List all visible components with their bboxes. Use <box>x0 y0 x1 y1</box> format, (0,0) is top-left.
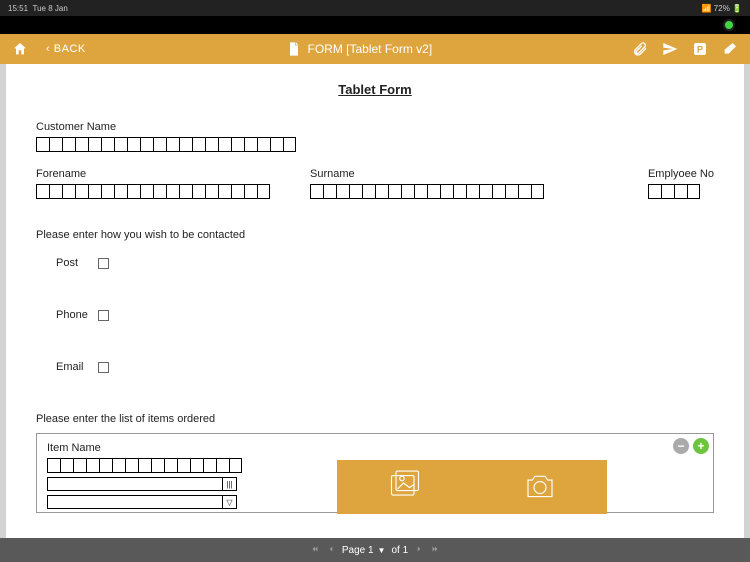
pager-bar: Page 1▼ of 1 <box>0 538 750 562</box>
device-status-bar: 15:51 Tue 8 Jan 📶 72% 🔋 <box>0 0 750 16</box>
toolbar-title: FORM [Tablet Form v2] <box>308 42 433 56</box>
pager-first-button[interactable] <box>310 544 320 557</box>
item-name-label: Item Name <box>47 442 703 454</box>
park-button[interactable]: P <box>692 41 708 57</box>
employee-no-input[interactable] <box>648 184 714 199</box>
email-label: Email <box>56 361 98 373</box>
contact-prompt: Please enter how you wish to be contacte… <box>36 229 714 241</box>
app-top-black-bar <box>0 16 750 34</box>
email-checkbox[interactable] <box>98 362 109 373</box>
prev-page-icon <box>326 544 336 554</box>
send-button[interactable] <box>662 41 678 57</box>
last-page-icon <box>430 544 440 554</box>
pager-last-button[interactable] <box>430 544 440 557</box>
paperclip-icon <box>632 41 648 57</box>
next-page-icon <box>414 544 424 554</box>
surname-label: Surname <box>310 168 544 180</box>
form-page: Tablet Form Customer Name Forename Surna… <box>6 64 744 538</box>
phone-checkbox[interactable] <box>98 310 109 321</box>
home-icon <box>12 41 28 57</box>
main-toolbar: ‹ BACK FORM [Tablet Form v2] P <box>0 34 750 64</box>
barcode-icon[interactable]: ||| <box>222 478 236 490</box>
home-button[interactable] <box>12 41 28 57</box>
gallery-icon <box>387 468 423 504</box>
camera-icon <box>522 468 558 504</box>
add-item-button[interactable]: + <box>693 438 709 454</box>
attachment-button[interactable] <box>632 41 648 57</box>
eraser-icon <box>722 41 738 57</box>
recording-indicator-icon <box>723 19 735 31</box>
pager-next-button[interactable] <box>414 544 424 557</box>
pager-prev-button[interactable] <box>326 544 336 557</box>
page-selector[interactable]: Page 1▼ <box>342 545 386 556</box>
gallery-button[interactable] <box>387 468 423 507</box>
document-icon <box>286 41 302 57</box>
chevron-down-icon: ▼ <box>378 546 386 555</box>
employee-no-label: Emplyoee No <box>648 168 714 180</box>
pager-total: of 1 <box>391 545 408 556</box>
p-badge-icon: P <box>692 41 708 57</box>
contact-email-row: Email <box>56 361 714 373</box>
forename-input[interactable] <box>36 184 270 199</box>
media-picker <box>337 460 607 514</box>
contact-post-row: Post <box>56 257 714 269</box>
form-title: Tablet Form <box>36 82 714 97</box>
erase-button[interactable] <box>722 41 738 57</box>
surname-input[interactable] <box>310 184 544 199</box>
svg-text:P: P <box>697 44 703 54</box>
item-field-2[interactable]: ▽ <box>47 495 237 509</box>
customer-name-label: Customer Name <box>36 121 714 133</box>
item-field-1[interactable]: ||| <box>47 477 237 491</box>
forename-label: Forename <box>36 168 270 180</box>
items-prompt: Please enter the list of items ordered <box>36 413 714 425</box>
contact-phone-row: Phone <box>56 309 714 321</box>
page-viewport: Tablet Form Customer Name Forename Surna… <box>0 64 750 538</box>
post-checkbox[interactable] <box>98 258 109 269</box>
remove-item-button[interactable]: − <box>673 438 689 454</box>
paper-plane-icon <box>662 41 678 57</box>
first-page-icon <box>310 544 320 554</box>
post-label: Post <box>56 257 98 269</box>
items-container: − + Item Name ||| ▽ <box>36 433 714 513</box>
customer-name-input[interactable] <box>36 137 714 152</box>
phone-label: Phone <box>56 309 98 321</box>
back-button[interactable]: ‹ BACK <box>46 43 86 55</box>
dropdown-icon[interactable]: ▽ <box>222 496 236 508</box>
camera-button[interactable] <box>522 468 558 507</box>
